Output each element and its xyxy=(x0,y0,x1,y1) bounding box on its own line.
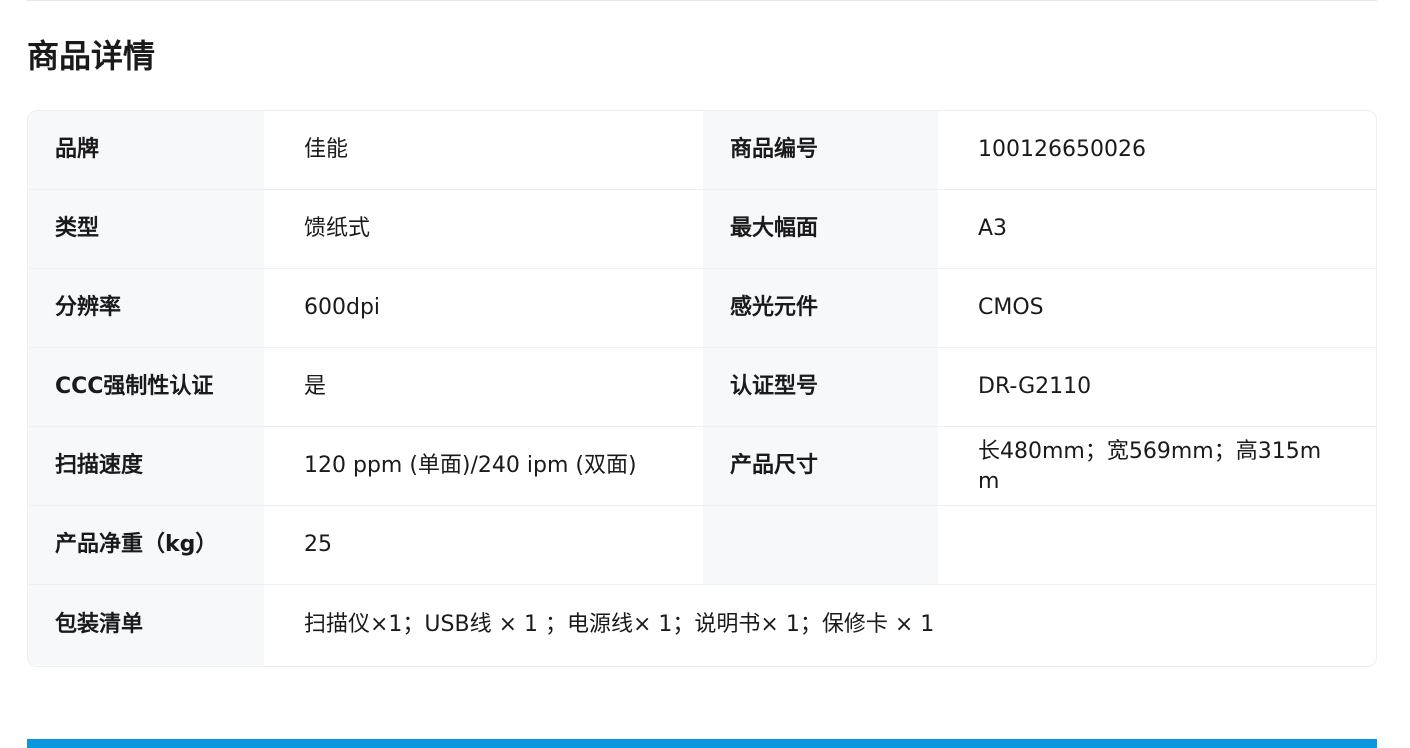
spec-label: 感光元件 xyxy=(703,269,938,347)
spec-value: CMOS xyxy=(978,295,1044,320)
spec-table: 品牌 佳能 商品编号 100126650026 类型 馈纸式 最大幅面 A3 分… xyxy=(27,110,1377,667)
spec-value: 是 xyxy=(304,374,327,399)
spec-row: 扫描速度 120 ppm (单面)/240 ipm (双面) 产品尺寸 长480… xyxy=(28,427,1376,506)
package-value: 扫描仪×1；USB线 × 1 ；电源线× 1；说明书× 1；保修卡 × 1 xyxy=(304,612,935,637)
spec-value: 长480mm；宽569mm；高315mm xyxy=(978,439,1322,494)
spec-row-package: 包装清单 扫描仪×1；USB线 × 1 ；电源线× 1；说明书× 1；保修卡 ×… xyxy=(28,585,1376,665)
spec-row: 分辨率 600dpi 感光元件 CMOS xyxy=(28,269,1376,348)
spec-value-empty xyxy=(938,506,1376,584)
spec-label: 产品尺寸 xyxy=(703,427,938,505)
spec-label: 分辨率 xyxy=(28,269,264,347)
spec-value: 120 ppm (单面)/240 ipm (双面) xyxy=(304,453,637,478)
spec-value: 馈纸式 xyxy=(304,216,371,241)
spec-label: 商品编号 xyxy=(703,111,938,189)
spec-label: 最大幅面 xyxy=(703,190,938,268)
spec-value: 佳能 xyxy=(304,137,349,162)
spec-value: DR-G2110 xyxy=(978,374,1092,399)
spec-value: A3 xyxy=(978,216,1008,241)
spec-label: 品牌 xyxy=(28,111,264,189)
product-detail-page: 商品详情 品牌 佳能 商品编号 100126650026 类型 馈纸式 最大幅面… xyxy=(0,0,1410,748)
spec-row: 产品净重（kg） 25 xyxy=(28,506,1376,585)
spec-row: 类型 馈纸式 最大幅面 A3 xyxy=(28,190,1376,269)
spec-label-empty xyxy=(703,506,938,584)
accent-bar xyxy=(27,739,1377,748)
spec-label: 认证型号 xyxy=(703,348,938,426)
spec-value: 600dpi xyxy=(304,295,381,320)
spec-label: 类型 xyxy=(28,190,264,268)
spec-label: CCC强制性认证 xyxy=(28,348,264,426)
spec-value: 25 xyxy=(304,532,332,557)
spec-label: 产品净重（kg） xyxy=(28,506,264,584)
spec-value-cell: 长480mm；宽569mm；高315mm xyxy=(938,427,1376,505)
spec-row: 品牌 佳能 商品编号 100126650026 xyxy=(28,111,1376,190)
top-divider xyxy=(27,0,1377,1)
spec-value: 100126650026 xyxy=(978,137,1146,162)
package-label: 包装清单 xyxy=(28,585,264,665)
section-title: 商品详情 xyxy=(27,37,156,75)
spec-label: 扫描速度 xyxy=(28,427,264,505)
spec-row: CCC强制性认证 是 认证型号 DR-G2110 xyxy=(28,348,1376,427)
